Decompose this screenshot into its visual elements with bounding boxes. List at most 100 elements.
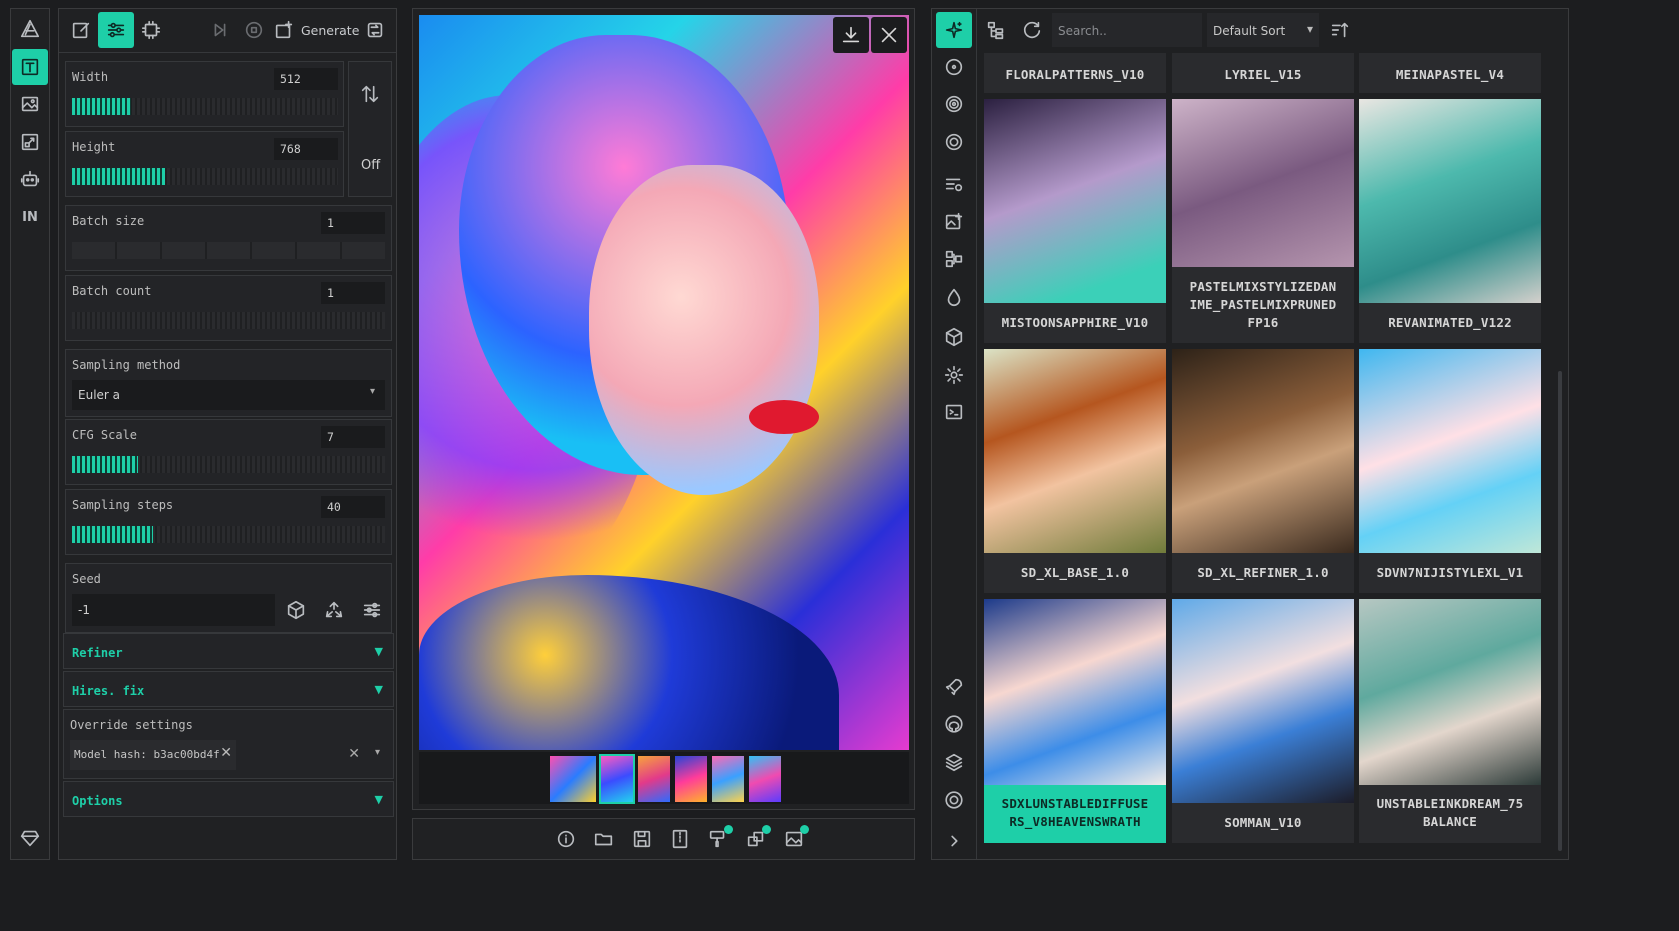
model-card[interactable]: LYRIEL_V15 <box>1172 53 1354 93</box>
style-settings-icon[interactable] <box>936 166 972 202</box>
sort-select[interactable]: Default Sort ▾ <box>1207 13 1319 47</box>
sort-direction-icon[interactable] <box>1322 12 1358 48</box>
model-card[interactable]: PASTELMIXSTYLIZEDAN IME_PASTELMIXPRUNED … <box>1172 99 1354 343</box>
options-label: Options <box>72 794 123 808</box>
random-seed-icon[interactable] <box>278 592 314 628</box>
model-card[interactable]: REVANIMATED_V122 <box>1359 99 1541 343</box>
width-input[interactable]: 512 <box>274 68 338 90</box>
model-circle-icon[interactable] <box>936 49 972 85</box>
logo-icon[interactable] <box>12 11 48 47</box>
tree-view-icon[interactable] <box>978 12 1014 48</box>
cfg-scale-slider[interactable] <box>72 456 385 473</box>
icon-column-divider <box>976 9 977 859</box>
thumbnail[interactable] <box>749 756 781 802</box>
stop-icon[interactable] <box>236 12 272 48</box>
edit-icon[interactable] <box>63 12 99 48</box>
rocket-icon[interactable] <box>936 669 972 705</box>
repeat-icon[interactable] <box>357 12 393 48</box>
control-icon[interactable] <box>936 241 972 277</box>
batch-size-control: Batch size 1 <box>65 205 392 271</box>
clear-icon[interactable]: ✕ <box>348 746 360 762</box>
model-card[interactable]: SD_XL_REFINER_1.0 <box>1172 349 1354 593</box>
thumbnail[interactable] <box>675 756 707 802</box>
model-name: FLORALPATTERNS_V10 <box>1005 67 1145 82</box>
discord-icon[interactable] <box>936 782 972 818</box>
gear-icon[interactable] <box>936 357 972 393</box>
folder-icon[interactable] <box>586 821 622 857</box>
override-select[interactable]: ✕ ▾ <box>240 740 388 770</box>
diamond-icon[interactable] <box>12 820 48 856</box>
layers-icon[interactable] <box>936 744 972 780</box>
image-edit-icon[interactable] <box>936 204 972 240</box>
refresh-icon[interactable] <box>1014 12 1050 48</box>
robot-icon[interactable] <box>12 161 48 197</box>
width-slider[interactable] <box>72 98 338 115</box>
skip-icon[interactable] <box>202 12 238 48</box>
sampling-method-select[interactable]: Euler a ▾ <box>72 380 385 410</box>
seed-options-icon[interactable] <box>354 592 390 628</box>
swap-arrows-icon[interactable] <box>352 76 388 112</box>
model-card[interactable]: UNSTABLEINKDREAM_75 BALANCE <box>1359 599 1541 843</box>
paint-icon[interactable] <box>700 821 736 857</box>
generated-image[interactable] <box>419 15 909 750</box>
thumbnail[interactable] <box>638 756 670 802</box>
sliders-icon[interactable] <box>98 12 134 48</box>
override-chip[interactable]: Model hash: b3ac00bd4f ✕ <box>70 740 236 770</box>
info-icon[interactable] <box>548 821 584 857</box>
sparkles-icon[interactable] <box>936 12 972 48</box>
options-accordion[interactable]: Options ▼ <box>63 781 394 817</box>
recycle-seed-icon[interactable] <box>316 592 352 628</box>
extras-icon[interactable] <box>12 124 48 160</box>
close-icon[interactable] <box>871 17 907 53</box>
batch-size-slider[interactable] <box>72 242 385 259</box>
txt2img-icon[interactable] <box>12 49 48 85</box>
swap-off-label[interactable]: Off <box>361 158 380 173</box>
drop-icon[interactable] <box>936 279 972 315</box>
sampling-steps-slider[interactable] <box>72 526 385 543</box>
batch-size-input[interactable]: 1 <box>321 212 385 234</box>
thumbnail[interactable] <box>712 756 744 802</box>
batch-count-slider[interactable] <box>72 312 385 329</box>
model-card[interactable]: SDVN7NIJISTYLEXL_V1 <box>1359 349 1541 593</box>
img2img-send-icon[interactable] <box>776 821 812 857</box>
triangle-down-icon: ▼ <box>374 645 383 658</box>
network-icon[interactable] <box>133 12 169 48</box>
lora-target-icon[interactable] <box>936 86 972 122</box>
sampling-steps-input[interactable]: 40 <box>321 496 385 518</box>
height-input[interactable]: 768 <box>274 138 338 160</box>
model-card[interactable]: MISTOONSAPPHIRE_V10 <box>984 99 1166 343</box>
img2img-icon[interactable] <box>12 86 48 122</box>
download-icon[interactable] <box>833 17 869 53</box>
height-slider[interactable] <box>72 168 338 185</box>
model-card[interactable]: MEINAPASTEL_V4 <box>1359 53 1541 93</box>
seed-input[interactable]: -1 <box>72 594 275 626</box>
refiner-accordion[interactable]: Refiner ▼ <box>63 633 394 669</box>
lycoris-ring-icon[interactable] <box>936 124 972 160</box>
zip-icon[interactable] <box>662 821 698 857</box>
model-card[interactable]: SOMMAN_V10 <box>1172 599 1354 843</box>
terminal-icon[interactable] <box>936 394 972 430</box>
thumbnail[interactable] <box>550 756 596 802</box>
github-icon[interactable] <box>936 706 972 742</box>
badge-dot <box>724 825 733 834</box>
width-slider-fill <box>72 98 131 115</box>
sampling-method-label: Sampling method <box>72 358 181 372</box>
chip-close-icon[interactable]: ✕ <box>220 745 232 761</box>
batch-count-input[interactable]: 1 <box>321 282 385 304</box>
in-button[interactable]: IN <box>12 199 48 235</box>
save-icon[interactable] <box>624 821 660 857</box>
extras-send-icon[interactable] <box>738 821 774 857</box>
chevron-right-icon[interactable] <box>936 823 972 859</box>
cube-icon[interactable] <box>936 319 972 355</box>
model-name-line1: UNSTABLEINKDREAM_75 <box>1376 796 1524 811</box>
hires-fix-accordion[interactable]: Hires. fix ▼ <box>63 671 394 707</box>
cfg-scale-input[interactable]: 7 <box>321 426 385 448</box>
badge-dot <box>762 825 771 834</box>
scrollbar-thumb[interactable] <box>1558 371 1562 851</box>
model-card[interactable]: FLORALPATTERNS_V10 <box>984 53 1166 93</box>
model-card[interactable]: SDXLUNSTABLEDIFFUSE RS_V8HEAVENSWRATH <box>984 599 1166 843</box>
thumbnail[interactable] <box>599 754 635 804</box>
model-card[interactable]: SD_XL_BASE_1.0 <box>984 349 1166 593</box>
search-input[interactable]: Search.. <box>1052 13 1202 47</box>
generate-button[interactable]: Generate <box>273 12 359 48</box>
